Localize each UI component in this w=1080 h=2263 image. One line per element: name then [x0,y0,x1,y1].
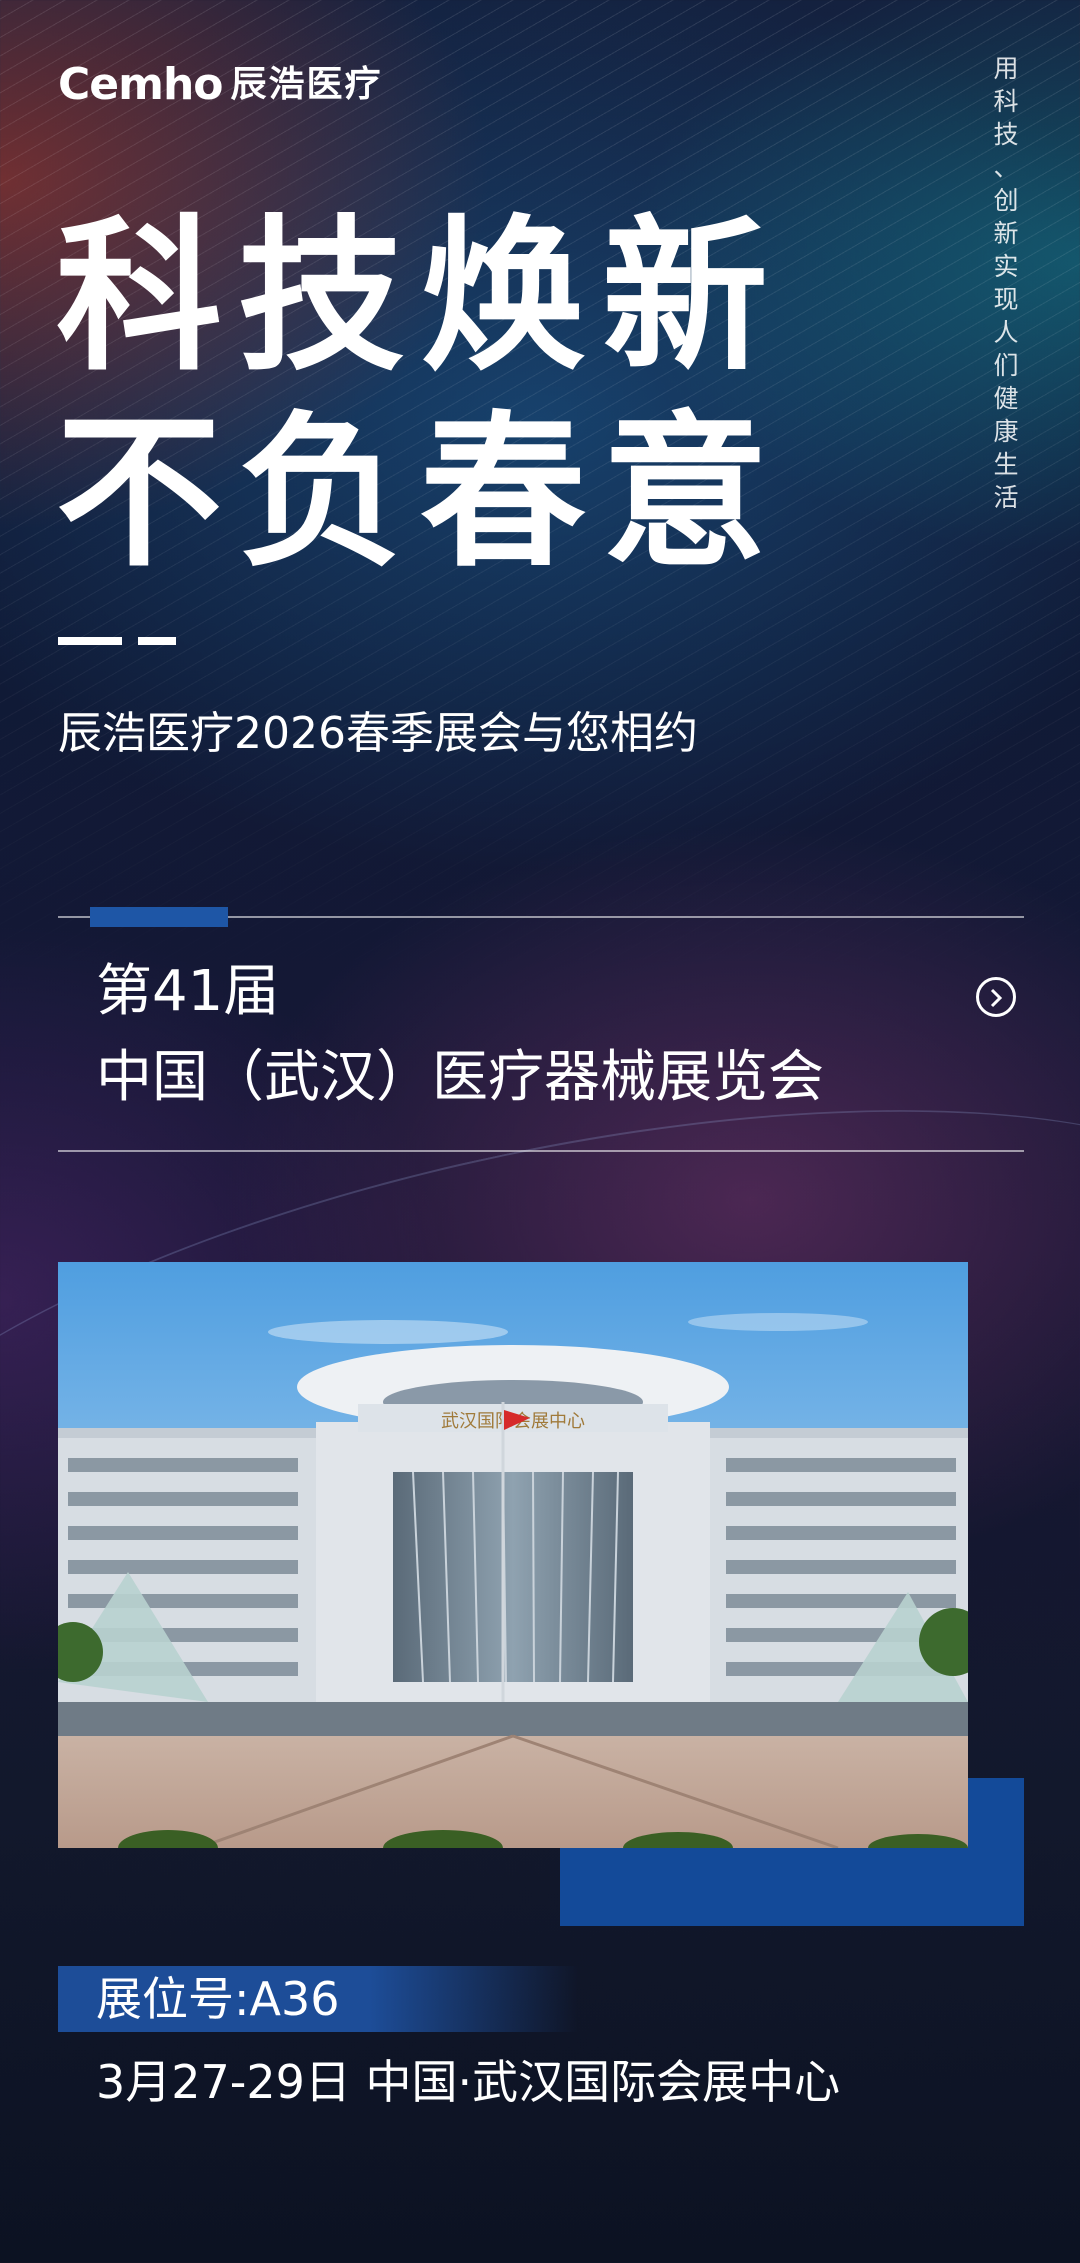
slogan-char: 创 [993,186,1019,215]
slogan-char: 用 [993,54,1019,83]
slogan-char: 康 [993,417,1019,446]
slogan-char: 技 [993,120,1019,149]
headline-line-2: 不负春意 [56,397,784,590]
logo-mark: Cemho [58,58,224,112]
venue-building-illustration: 武汉国际会展中心 [58,1262,968,1848]
logo-text: emho [89,59,223,110]
slogan-char: 活 [993,483,1019,512]
slogan-char: 生 [993,450,1019,479]
booth-number: 展位号:A36 [96,1972,340,2026]
slogan-char: 实 [993,252,1019,281]
event-name: 中国（武汉）医疗器械展览会 [96,1045,824,1110]
slogan-char: 、 [993,153,1019,182]
subtitle: 辰浩医疗2026春季展会与您相约 [58,708,698,759]
brand-logo: Cemho 辰浩医疗 [58,58,383,112]
decorative-dash-short [138,637,176,645]
slogan-char: 人 [993,318,1019,347]
date-and-venue: 3月27-29日 中国·武汉国际会展中心 [96,2055,841,2109]
chevron-right-glyph [990,988,1003,1008]
divider-accent-bar [90,907,228,927]
event-edition: 第41届 [96,959,280,1024]
slogan-char: 现 [993,285,1019,314]
slogan-char: 们 [993,351,1019,380]
slogan-char: 新 [993,219,1019,248]
logo-c: C [58,59,90,110]
slogan-char: 健 [993,384,1019,413]
vertical-slogan: 用 科 技 、 创 新 实 现 人 们 健 康 生 活 [986,52,1026,514]
slogan-char: 科 [993,87,1019,116]
decorative-dash-long [58,637,122,645]
headline: 科技焕新 不负春意 [56,200,784,592]
headline-line-1: 科技焕新 [56,201,784,394]
chevron-right-icon[interactable] [976,977,1016,1017]
venue-photo: 武汉国际会展中心 [58,1262,968,1848]
divider-bottom [58,1150,1024,1152]
logo-chinese-name: 辰浩医疗 [230,64,383,105]
